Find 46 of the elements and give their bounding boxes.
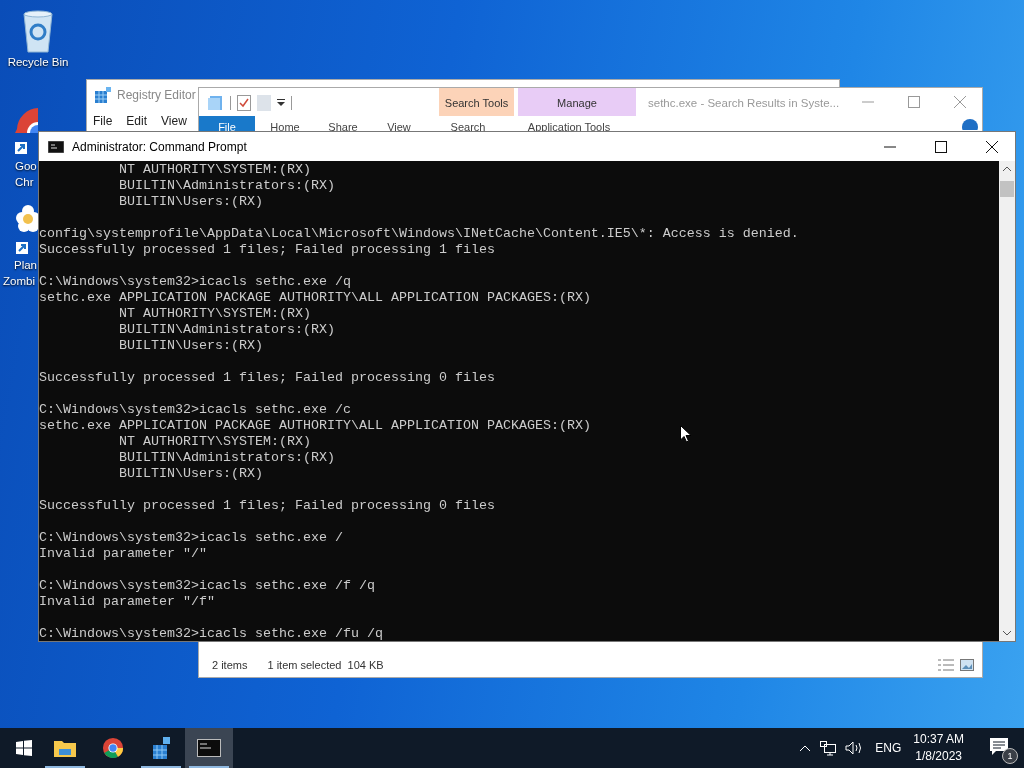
ribbon-tab[interactable]: Application Tools (509, 116, 629, 132)
console-line: BUILTIN\Administrators:(RX) (117, 178, 336, 194)
context-tab-header: Search Tools (439, 88, 514, 116)
ribbon-tab[interactable]: Home (255, 116, 315, 132)
console-line: Successfully processed 1 files; Failed processing 0 files (39, 370, 496, 386)
ribbon-tab[interactable]: Search (427, 116, 509, 132)
window-title: sethc.exe - Search Results in Syste... (647, 96, 840, 109)
console-line: sethc.exe APPLICATION PACKAGE AUTHORITY\ALL APPLICATION PACKAGES:(RX) (39, 418, 592, 434)
console-line: C:\Windows\system32>icacls sethc.exe /c (39, 402, 352, 418)
status-text: 2 items (212, 659, 248, 671)
context-tab-header: Manage (518, 88, 636, 116)
console-line: C:\Windows\system32>icacls sethc.exe /q (39, 274, 352, 290)
console-line: C:\Windows\system32>icacls sethc.exe / (39, 530, 344, 546)
ribbon-tab[interactable]: File (199, 116, 255, 132)
console-line: config\systemprofile\AppData\Local\Microsoft\Windows\INetCache\Content.IE5\*: Access is denied. (39, 226, 800, 242)
language-indicator[interactable]: ENG (875, 741, 902, 755)
desktop-icon-label: Goo (15, 159, 37, 174)
menu-item[interactable]: View (161, 114, 187, 128)
menu-item[interactable]: File (93, 114, 113, 128)
console-line: Successfully processed 1 files; Failed processing 1 files (39, 242, 496, 258)
menu-item[interactable]: Edit (126, 114, 148, 128)
console-line: BUILTIN\Users:(RX) (117, 194, 264, 210)
console-line: BUILTIN\Users:(RX) (117, 466, 264, 482)
status-text: 1 item selected 104 KB (267, 659, 384, 671)
console-line: C:\Windows\system32>icacls sethc.exe /f /q (39, 578, 376, 594)
desktop-icon-label: Chr (15, 175, 34, 190)
console-line: C:\Windows\system32>icacls sethc.exe /fu /q (39, 626, 384, 641)
window-title: Administrator: Command Prompt (72, 139, 247, 154)
console-line: Invalid parameter "/f" (39, 594, 216, 610)
console-line: NT AUTHORITY\SYSTEM:(RX) (117, 162, 312, 178)
console-line: BUILTIN\Administrators:(RX) (117, 322, 336, 338)
notification-count-badge: 1 (1002, 748, 1018, 764)
ribbon-tab[interactable]: View (371, 116, 427, 132)
desktop-icon-label: Plan (14, 258, 38, 273)
ribbon-tab[interactable]: Share (315, 116, 371, 132)
console-line: Invalid parameter "/" (39, 546, 208, 562)
console-line: sethc.exe APPLICATION PACKAGE AUTHORITY\ALL APPLICATION PACKAGES:(RX) (39, 290, 592, 306)
desktop-icon-label: Zombi (3, 274, 35, 289)
console-line: NT AUTHORITY\SYSTEM:(RX) (117, 434, 312, 450)
console-line: NT AUTHORITY\SYSTEM:(RX) (117, 306, 312, 322)
window-title: Registry Editor (117, 88, 196, 102)
desktop-icon-label: Recycle Bin (7, 55, 69, 70)
clock[interactable]: 10:37 AM 1/8/2023 (913, 731, 964, 765)
console-line: BUILTIN\Administrators:(RX) (117, 450, 336, 466)
console-line: Successfully processed 1 files; Failed processing 0 files (39, 498, 496, 514)
console-line: BUILTIN\Users:(RX) (117, 338, 264, 354)
